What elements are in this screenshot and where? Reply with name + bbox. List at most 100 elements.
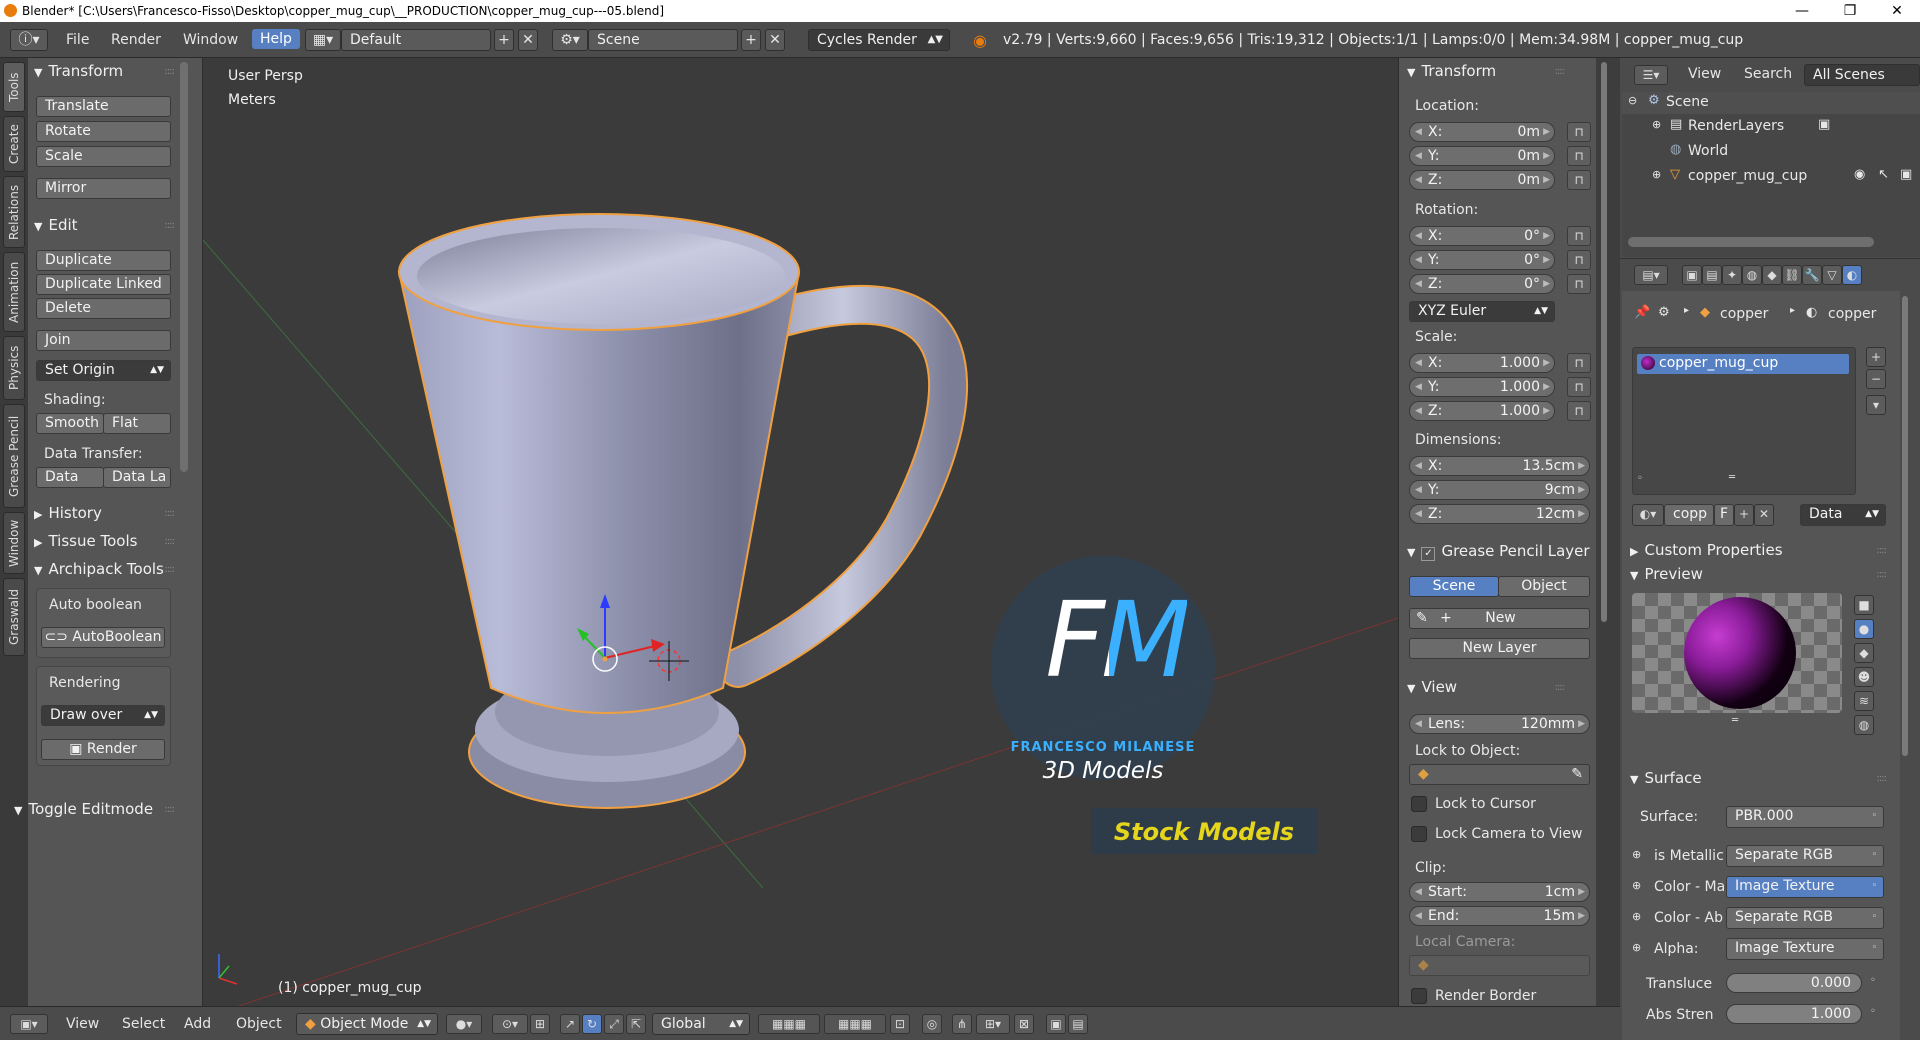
slot-specials-icon[interactable]: ▾ <box>1866 395 1886 415</box>
remove-scene-icon[interactable]: ✕ <box>765 29 785 51</box>
scale-y-field[interactable]: ◀ Y: 1.000 ▶ <box>1409 377 1555 397</box>
render-border-checkbox[interactable] <box>1411 988 1427 1004</box>
scale-z-field[interactable]: ◀ Z: 1.000 ▶ <box>1409 401 1555 421</box>
socket-link-icon[interactable]: ⊕ <box>1632 941 1641 954</box>
menu-window[interactable]: Window <box>183 32 238 48</box>
screen-layout-icon[interactable]: ▦▾ <box>305 29 341 51</box>
constraints-tab-icon[interactable]: ⛓ <box>1782 265 1802 285</box>
delete-button[interactable]: Delete <box>36 298 171 319</box>
location-y-field[interactable]: ◀ Y: 0m ▶ <box>1409 146 1555 166</box>
surface-panel-header[interactable]: ▼ Surface <box>1630 769 1702 787</box>
object-mode-dropdown[interactable]: ◆ Object Mode ▲▼ <box>296 1013 438 1035</box>
snap-toggle-icon[interactable]: ⋔ <box>952 1014 972 1034</box>
lock-to-cursor-checkbox[interactable] <box>1411 796 1427 812</box>
drag-grip-icon[interactable]: :::: <box>165 536 176 547</box>
outliner-row-renderlayers[interactable]: ⊕ ▤ RenderLayers ▣ <box>1622 114 1920 139</box>
transform-panel-header[interactable]: ▼ Transform <box>34 62 123 80</box>
render-engine-select[interactable]: Cycles Render ▲▼ <box>808 29 950 51</box>
viewport-scene[interactable] <box>203 58 1398 1006</box>
drag-grip-icon[interactable]: :::: <box>1877 773 1888 784</box>
remove-slot-icon[interactable]: − <box>1866 369 1886 389</box>
flat-button[interactable]: Flat <box>103 413 171 434</box>
lock-icon[interactable]: ⊓ <box>1567 274 1591 294</box>
toolshelf-scrollbar[interactable] <box>180 62 188 472</box>
drag-grip-icon[interactable]: :::: <box>165 564 176 575</box>
preview-monkey-icon[interactable]: ☻ <box>1854 667 1874 687</box>
location-z-field[interactable]: ◀ Z: 0m ▶ <box>1409 170 1555 190</box>
editor-type-info-icon[interactable]: ⓘ▾ <box>10 29 48 51</box>
scale-x-field[interactable]: ◀ X: 1.000 ▶ <box>1409 353 1555 373</box>
properties-scrollbar[interactable] <box>1902 296 1908 756</box>
gp-new-layer-button[interactable]: New Layer <box>1409 638 1590 659</box>
dimension-x-field[interactable]: ◀ X: 13.5cm ▶ <box>1409 456 1590 476</box>
translate-button[interactable]: Translate <box>36 96 171 117</box>
screen-layout-field[interactable]: Default <box>341 29 491 51</box>
translucency-field[interactable]: 0.000 <box>1726 973 1862 993</box>
outliner-row-object[interactable]: ⊕ ▽ copper_mug_cup ◉ ↖ ▣ <box>1622 164 1920 189</box>
rotation-z-field[interactable]: ◀ Z: 0° ▶ <box>1409 274 1555 294</box>
add-scene-icon[interactable]: + <box>741 29 761 51</box>
object-tab-icon[interactable]: ◆ <box>1762 265 1782 285</box>
visibility-eye-icon[interactable]: ◉ <box>1854 167 1865 182</box>
custom-properties-header[interactable]: ▶ Custom Properties <box>1630 541 1783 559</box>
material-slot-list[interactable]: copper_mug_cup ◦ ═ <box>1632 347 1856 495</box>
resize-icon[interactable]: ◦ <box>1637 473 1643 484</box>
tab-relations[interactable]: Relations <box>3 176 25 248</box>
eyedropper-icon[interactable]: ✎ <box>1571 765 1583 784</box>
lock-icon[interactable]: ⊓ <box>1567 377 1591 397</box>
add-screen-icon[interactable]: + <box>494 29 514 51</box>
drag-grip-icon[interactable]: :::: <box>165 508 176 519</box>
lens-field[interactable]: ◀ Lens: 120mm ▶ <box>1409 714 1590 734</box>
breadcrumb-material[interactable]: copper <box>1828 306 1876 322</box>
material-slot-selected[interactable]: copper_mug_cup <box>1637 354 1849 374</box>
menu-select[interactable]: Select <box>122 1016 165 1032</box>
rotation-x-field[interactable]: ◀ X: 0° ▶ <box>1409 226 1555 246</box>
editor-type-properties-icon[interactable]: ▤▾ <box>1634 265 1668 285</box>
fake-user-button[interactable]: F <box>1714 504 1734 526</box>
outliner-row-world[interactable]: ◍ World <box>1622 139 1920 164</box>
layers-grid-a-icon[interactable]: ▦▦▦ <box>758 1014 820 1034</box>
collapse-icon[interactable]: ⊖ <box>1628 94 1637 107</box>
view-panel-header[interactable]: ▼ View <box>1407 678 1457 696</box>
duplicate-linked-button[interactable]: Duplicate Linked <box>36 274 171 295</box>
drag-grip-icon[interactable]: :::: <box>1877 545 1888 556</box>
tab-window[interactable]: Window <box>3 512 25 574</box>
is-metallic-input[interactable]: Separate RGB ◦ <box>1726 845 1884 867</box>
alpha-input[interactable]: Image Texture ◦ <box>1726 938 1884 960</box>
material-browse-icon[interactable]: ◐▾ <box>1632 504 1664 526</box>
tab-physics[interactable]: Physics <box>3 336 25 400</box>
preview-cube-icon[interactable]: ◆ <box>1854 643 1874 663</box>
tab-grease-pencil[interactable]: Grease Pencil <box>3 404 25 508</box>
scene-icon[interactable]: ⚙▾ <box>552 29 588 51</box>
lock-to-object-field[interactable]: ◆ ✎ <box>1409 764 1590 785</box>
location-x-field[interactable]: ◀ X: 0m ▶ <box>1409 122 1555 142</box>
color-ab-input[interactable]: Separate RGB ◦ <box>1726 907 1884 929</box>
editor-type-outliner-icon[interactable]: ☰▾ <box>1634 65 1668 85</box>
drag-grip-icon[interactable]: :::: <box>165 804 176 815</box>
viewport-shading-icon[interactable]: ●▾ <box>446 1014 482 1034</box>
smooth-button[interactable]: Smooth <box>36 413 104 434</box>
add-slot-icon[interactable]: + <box>1866 347 1886 367</box>
rotation-mode-dropdown[interactable]: XYZ Euler ▲▼ <box>1409 301 1555 322</box>
clip-end-field[interactable]: ◀ End: 15m ▶ <box>1409 906 1590 926</box>
surface-shader-field[interactable]: PBR.000 ◦ <box>1726 806 1884 828</box>
transform-orientation-dropdown[interactable]: Global ▲▼ <box>652 1013 750 1035</box>
expand-icon[interactable]: ⊕ <box>1652 168 1661 181</box>
outliner-search-menu[interactable]: Search <box>1744 66 1792 82</box>
color-map-input[interactable]: Image Texture ◦ <box>1726 876 1884 898</box>
tab-animation[interactable]: Animation <box>3 252 25 332</box>
socket-link-icon[interactable]: ⊕ <box>1632 879 1641 892</box>
world-tab-icon[interactable]: ◍ <box>1742 265 1762 285</box>
pivot-point-icon[interactable]: ⊙▾ <box>492 1014 528 1034</box>
data-transfer-data-button[interactable]: Data <box>36 467 104 488</box>
lock-icon[interactable]: ⊓ <box>1567 146 1591 166</box>
duplicate-button[interactable]: Duplicate <box>36 250 171 271</box>
manipulator-scale-icon[interactable]: ⤢ <box>604 1014 624 1034</box>
socket-dot-icon[interactable]: ◦ <box>1870 1006 1876 1017</box>
list-grip-icon[interactable]: ═ <box>1729 472 1735 483</box>
clip-start-field[interactable]: ◀ Start: 1cm ▶ <box>1409 882 1590 902</box>
abs-strength-field[interactable]: 1.000 <box>1726 1004 1862 1024</box>
toggle-editmode-panel-header[interactable]: ▼ Toggle Editmode <box>14 800 153 818</box>
preview-flat-icon[interactable]: ■ <box>1854 595 1874 615</box>
material-tab-icon[interactable]: ◐ <box>1842 265 1862 285</box>
